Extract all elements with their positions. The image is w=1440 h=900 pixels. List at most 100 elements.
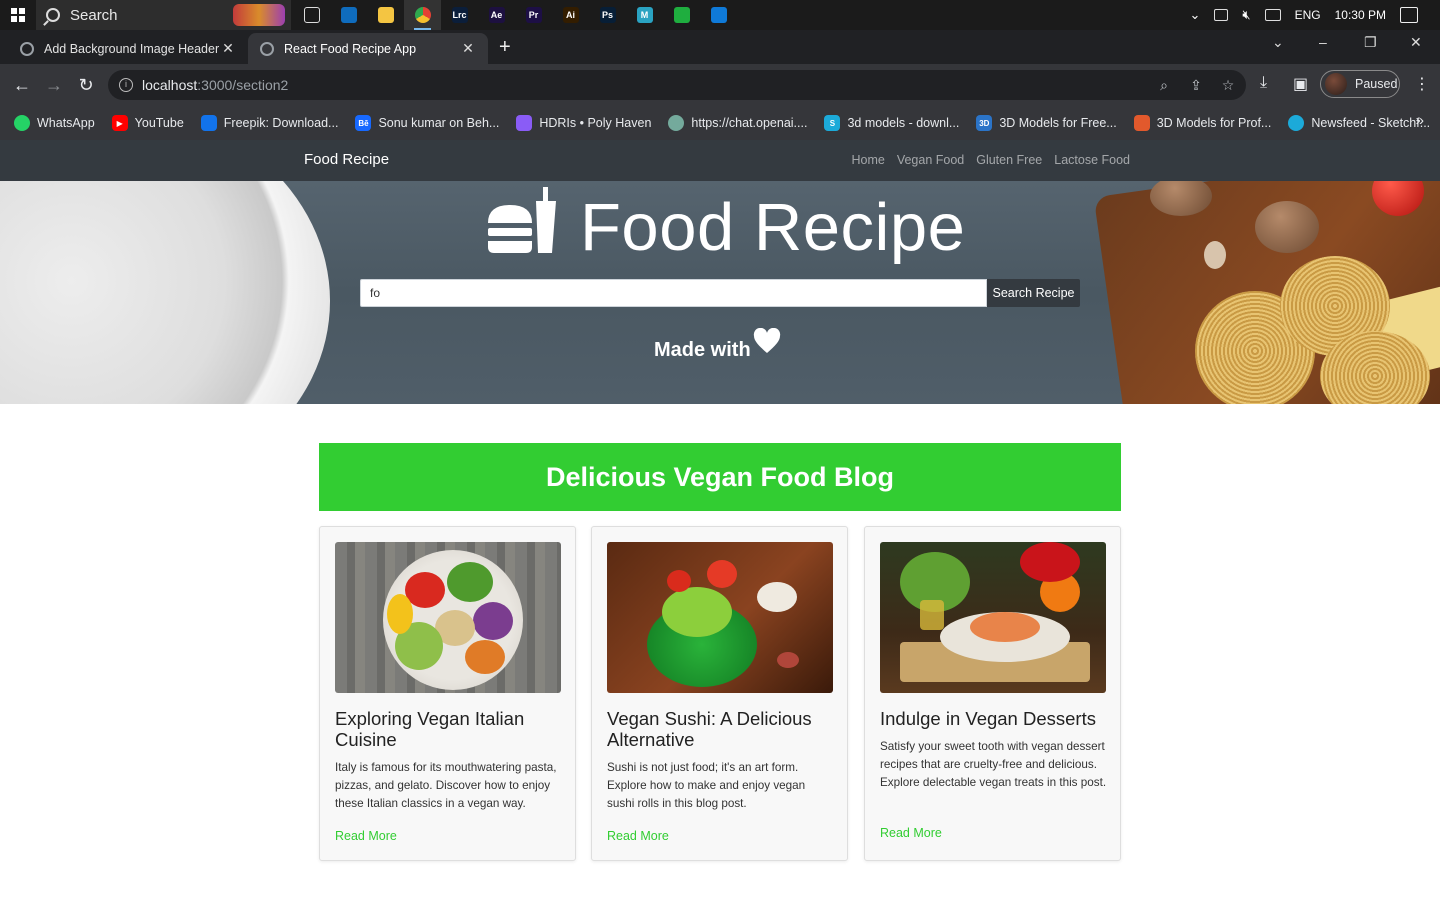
- sketchfab-icon: [1288, 115, 1305, 131]
- taskbar-app-green-app[interactable]: [663, 0, 700, 30]
- bookmark-label: HDRIs • Poly Haven: [539, 116, 652, 130]
- green-app-icon: [673, 7, 690, 23]
- taskbar-app-premiere-pro[interactable]: Pr: [515, 0, 552, 30]
- nav-link-gluten-free[interactable]: Gluten Free: [976, 153, 1042, 167]
- new-tab-plus-icon[interactable]: +: [499, 36, 511, 59]
- turbosquid-icon: [1133, 115, 1150, 131]
- bookmark-label: 3D Models for Free...: [999, 116, 1117, 130]
- browser-tab-1[interactable]: Add Background Image Header ✕: [8, 33, 248, 64]
- card-title: Vegan Sushi: A Delicious Alternative: [607, 708, 812, 750]
- bookmark-item[interactable]: 3D 3D Models for Free...: [976, 115, 1117, 131]
- system-tray: ⌄ 🔇︎ ENG 10:30 PM: [1190, 0, 1440, 30]
- bookmark-star-icon[interactable]: ☆: [1221, 78, 1235, 92]
- url-path: :3000/section2: [197, 77, 289, 93]
- network-icon[interactable]: [1264, 9, 1281, 21]
- read-more-link[interactable]: Read More: [607, 829, 669, 843]
- tab-close-icon[interactable]: ✕: [220, 40, 236, 57]
- vscode-icon: [710, 7, 727, 23]
- chrome-menu-icon[interactable]: ⋮: [1414, 74, 1430, 94]
- mushroom-image: [1204, 241, 1226, 269]
- taskbar-app-markdown-app[interactable]: M: [626, 0, 663, 30]
- language-indicator[interactable]: ENG: [1295, 8, 1321, 22]
- taskbar-app-illustrator[interactable]: Ai: [552, 0, 589, 30]
- hero-header: Food Recipe Search Recipe Made with: [0, 181, 1440, 404]
- bookmark-item[interactable]: 3D Models for Prof...: [1133, 115, 1271, 131]
- openai-favicon-icon: [20, 41, 34, 56]
- site-info-icon[interactable]: i: [119, 78, 133, 92]
- read-more-link[interactable]: Read More: [880, 826, 942, 840]
- clock[interactable]: 10:30 PM: [1335, 8, 1386, 22]
- browser-tab-strip: Add Background Image Header ✕ React Food…: [0, 30, 1440, 64]
- site-navbar: Food Recipe Home Vegan Food Gluten Free …: [0, 140, 1440, 181]
- bookmark-item[interactable]: Newsfeed - Sketchf...: [1288, 115, 1430, 131]
- hero-plate-image: [0, 181, 330, 404]
- blog-heading: Delicious Vegan Food Blog: [545, 461, 895, 492]
- share-icon[interactable]: ⇪: [1189, 78, 1203, 92]
- taskbar-app-vscode[interactable]: [700, 0, 737, 30]
- window-close-icon[interactable]: ✕: [1410, 34, 1422, 51]
- vegan-bowl-image: [335, 542, 561, 693]
- bookmark-label: WhatsApp: [37, 116, 95, 130]
- meet-now-icon[interactable]: [1214, 9, 1229, 21]
- hero-title: Food Recipe: [580, 190, 966, 265]
- downloads-icon[interactable]: ⤓: [1260, 74, 1267, 92]
- taskbar-app-lightroom-classic[interactable]: Lrc: [441, 0, 478, 30]
- blog-banner: Delicious Vegan Food Blog: [319, 443, 1121, 511]
- forward-arrow-icon[interactable]: →: [43, 74, 65, 96]
- restore-icon[interactable]: ❐: [1364, 34, 1377, 51]
- bookmark-label: Newsfeed - Sketchf...: [1311, 116, 1431, 130]
- side-panel-icon[interactable]: ▣: [1293, 74, 1308, 94]
- navbar-brand[interactable]: Food Recipe: [304, 151, 389, 168]
- recipe-search-form: Search Recipe: [360, 279, 1080, 307]
- card-text: Satisfy your sweet tooth with vegan dess…: [880, 740, 1107, 789]
- minimize-icon[interactable]: –: [1319, 34, 1327, 50]
- read-more-link[interactable]: Read More: [335, 829, 397, 843]
- recipe-search-input[interactable]: [360, 279, 987, 307]
- nav-link-lactose-food[interactable]: Lactose Food: [1054, 153, 1130, 167]
- taskbar-app-chrome[interactable]: [404, 0, 441, 30]
- taskbar-app-photoshop[interactable]: Ps: [589, 0, 626, 30]
- bookmark-item[interactable]: S 3d models - downl...: [824, 115, 959, 131]
- bookmark-item[interactable]: ▶ YouTube: [111, 115, 184, 131]
- bookmark-item[interactable]: Bē Sonu kumar on Beh...: [355, 115, 499, 131]
- speaker-muted-icon[interactable]: 🔇︎: [1242, 7, 1250, 23]
- bookmark-item[interactable]: https://chat.openai....: [668, 115, 807, 131]
- address-bar[interactable]: i localhost:3000/section2 ⌕ ⇪ ☆: [108, 70, 1246, 100]
- notification-icon[interactable]: [1400, 7, 1418, 23]
- profile-status: Paused: [1355, 77, 1398, 91]
- browser-tab-2-active[interactable]: React Food Recipe App ✕: [248, 33, 488, 64]
- bookmark-item[interactable]: HDRIs • Poly Haven: [516, 115, 651, 131]
- profile-button[interactable]: Paused: [1320, 70, 1400, 98]
- mushroom-image: [1255, 201, 1319, 253]
- taskbar-app-file-explorer[interactable]: [367, 0, 404, 30]
- reload-icon[interactable]: ↻: [75, 74, 97, 96]
- burger-drink-logo-icon: [486, 187, 556, 253]
- back-arrow-icon[interactable]: ←: [11, 74, 33, 96]
- tab-search-chevron-icon[interactable]: ⌄: [1272, 34, 1284, 51]
- chevron-up-icon[interactable]: ⌄: [1190, 7, 1201, 23]
- taskbar-app-outlook[interactable]: [330, 0, 367, 30]
- outlook-icon: [340, 7, 357, 23]
- nav-link-home[interactable]: Home: [851, 153, 884, 167]
- taskbar-search-box[interactable]: Search: [36, 0, 291, 30]
- windows-start-icon[interactable]: [0, 0, 36, 30]
- url-text[interactable]: localhost:3000/section2: [142, 77, 288, 93]
- search-recipe-button[interactable]: Search Recipe: [987, 279, 1080, 307]
- avatar: [1325, 73, 1347, 95]
- chrome-icon: [414, 7, 431, 23]
- illustrator-icon: Ai: [562, 7, 579, 23]
- bookmark-item[interactable]: WhatsApp: [14, 115, 95, 131]
- polyhaven-icon: [516, 115, 533, 131]
- freepik-icon: [200, 115, 217, 131]
- search-icon: [46, 8, 60, 22]
- tab-close-icon[interactable]: ✕: [460, 40, 476, 57]
- nav-link-vegan-food[interactable]: Vegan Food: [897, 153, 964, 167]
- bookmark-item[interactable]: Freepik: Download...: [200, 115, 338, 131]
- card-text: Italy is famous for its mouthwatering pa…: [335, 761, 557, 810]
- zoom-icon[interactable]: ⌕: [1157, 78, 1171, 92]
- url-host: localhost: [142, 77, 198, 93]
- more-bookmarks-icon[interactable]: »: [1416, 112, 1424, 129]
- taskbar-app-task-view[interactable]: [293, 0, 330, 30]
- after-effects-icon: Ae: [488, 7, 505, 23]
- taskbar-app-after-effects[interactable]: Ae: [478, 0, 515, 30]
